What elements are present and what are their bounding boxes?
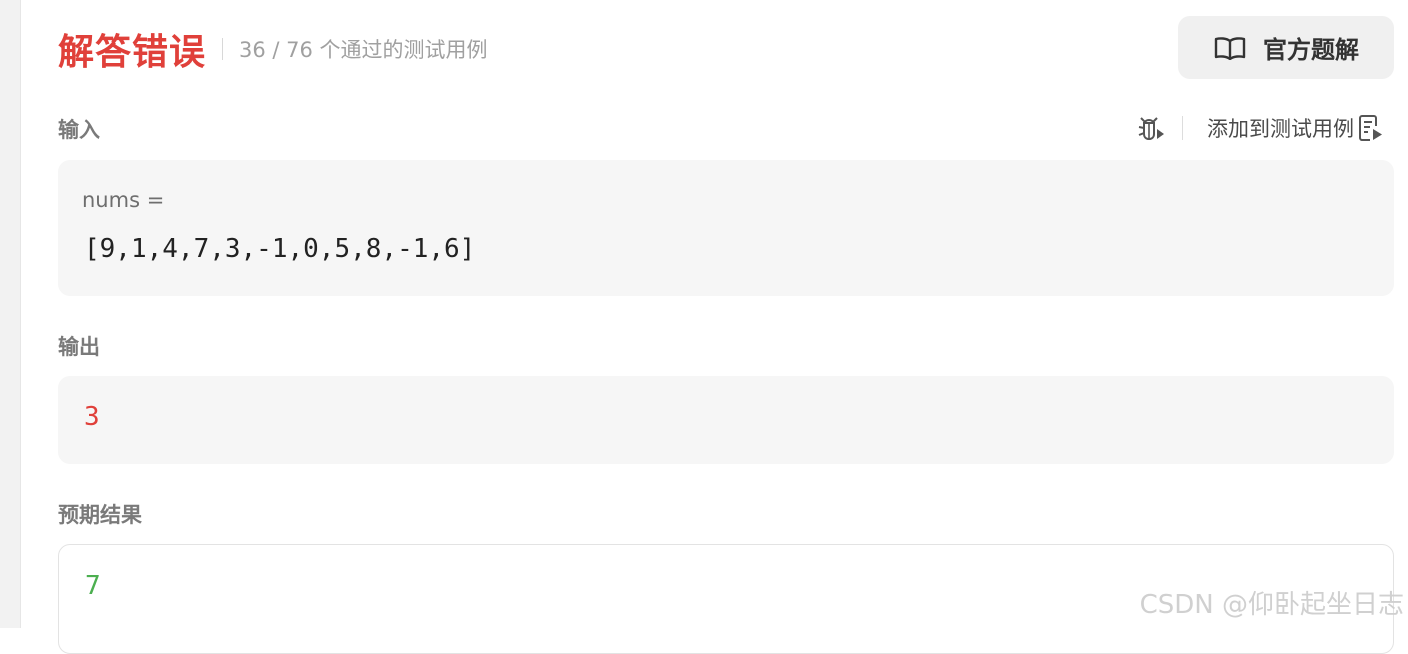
debug-bug-icon[interactable] <box>1136 114 1166 142</box>
input-tools: 添加到测试用例 <box>1136 112 1384 144</box>
tools-divider <box>1182 116 1183 140</box>
result-header: 解答错误 36 / 76 个通过的测试用例 <box>58 22 488 76</box>
input-box: nums = [9,1,4,7,3,-1,0,5,8,-1,6] <box>58 160 1394 296</box>
book-open-icon <box>1213 36 1247 60</box>
add-testcase-icon <box>1358 114 1384 142</box>
expected-label: 预期结果 <box>58 503 142 527</box>
official-solution-label: 官方题解 <box>1263 36 1359 64</box>
output-box: 3 <box>58 376 1394 464</box>
expected-value: 7 <box>85 571 101 601</box>
left-panel-edge <box>0 0 21 628</box>
add-to-testcase-label: 添加到测试用例 <box>1207 117 1354 141</box>
csdn-watermark: CSDN @仰卧起坐日志 <box>1139 590 1404 620</box>
title-divider <box>222 38 224 60</box>
add-to-testcase-button[interactable]: 添加到测试用例 <box>1207 113 1384 143</box>
output-value: 3 <box>84 402 100 432</box>
official-solution-button[interactable]: 官方题解 <box>1178 16 1394 79</box>
input-label: 输入 <box>58 118 100 142</box>
result-status-title: 解答错误 <box>58 32 207 73</box>
passed-case-count: 36 / 76 个通过的测试用例 <box>239 38 488 62</box>
input-value: [9,1,4,7,3,-1,0,5,8,-1,6] <box>84 234 476 264</box>
input-param-name: nums = <box>82 188 165 212</box>
output-label: 输出 <box>58 335 100 359</box>
